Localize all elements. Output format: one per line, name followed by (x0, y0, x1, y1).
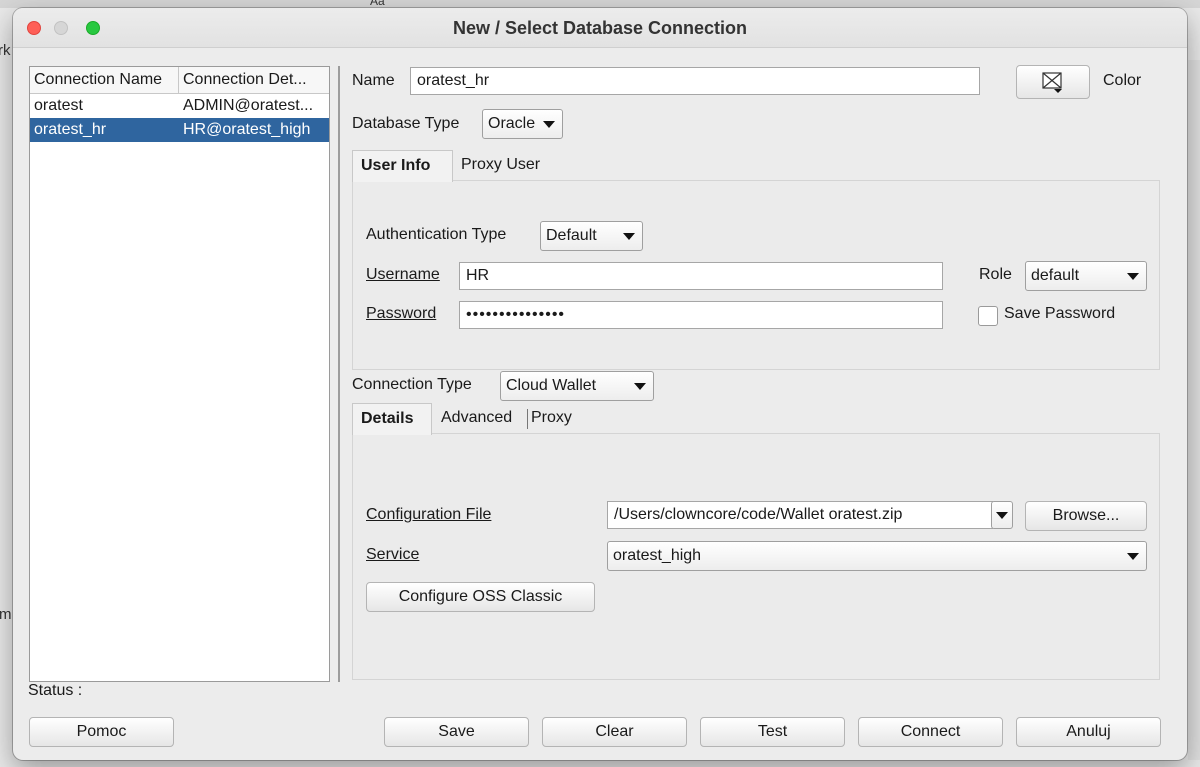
chevron-down-icon (1127, 273, 1139, 280)
background-toolbar (0, 0, 1200, 8)
connection-row[interactable]: oratest ADMIN@oratest... (30, 94, 329, 118)
connection-type-select[interactable]: Cloud Wallet (500, 371, 654, 401)
column-header-connection-name[interactable]: Connection Name (30, 67, 179, 94)
database-type-select[interactable]: Oracle (482, 109, 563, 139)
color-label: Color (1103, 72, 1142, 89)
configure-oss-classic-button[interactable]: Configure OSS Classic (366, 582, 595, 612)
tab-proxy-user[interactable]: Proxy User (453, 150, 548, 182)
authentication-type-label: Authentication Type (366, 226, 507, 243)
role-label: Role (979, 266, 1012, 283)
service-value: oratest_high (613, 547, 702, 564)
password-input[interactable]: ••••••••••••••• (459, 301, 943, 329)
name-input[interactable]: oratest_hr (410, 67, 980, 95)
save-password-checkbox[interactable] (978, 306, 998, 326)
role-value: default (1031, 267, 1080, 284)
connection-details-cell: ADMIN@oratest... (183, 97, 314, 114)
test-button[interactable]: Test (700, 717, 845, 747)
minimize-window-button[interactable] (54, 21, 68, 35)
chevron-down-icon (1127, 553, 1139, 560)
connection-row-selected[interactable]: oratest_hr HR@oratest_high (30, 118, 329, 142)
status-label: Status : (28, 682, 83, 699)
help-button[interactable]: Pomoc (29, 717, 174, 747)
connection-list-table: Connection Name Connection Det... orates… (29, 66, 330, 682)
role-select[interactable]: default (1025, 261, 1147, 291)
chevron-down-icon (634, 383, 646, 390)
tab-advanced[interactable]: Advanced (433, 403, 520, 435)
chevron-down-icon (996, 512, 1008, 519)
authentication-type-value: Default (546, 227, 597, 244)
tab-user-info[interactable]: User Info (352, 150, 453, 182)
tab-proxy[interactable]: Proxy (523, 403, 580, 435)
background-panel (1188, 60, 1200, 760)
zoom-window-button[interactable] (86, 21, 100, 35)
authentication-type-select[interactable]: Default (540, 221, 643, 251)
name-label: Name (352, 72, 395, 89)
connection-details-cell: HR@oratest_high (183, 121, 311, 138)
background-text: Aa (370, 0, 385, 8)
tab-details[interactable]: Details (352, 403, 432, 435)
browse-button[interactable]: Browse... (1025, 501, 1147, 531)
save-password-label: Save Password (1004, 305, 1116, 322)
chevron-down-icon (543, 121, 555, 128)
clear-button[interactable]: Clear (542, 717, 687, 747)
title-bar: New / Select Database Connection (13, 8, 1187, 48)
connect-button[interactable]: Connect (858, 717, 1003, 747)
cancel-button[interactable]: Anuluj (1016, 717, 1161, 747)
chevron-down-icon (623, 233, 635, 240)
background-text: rk (0, 42, 11, 59)
close-window-button[interactable] (27, 21, 41, 35)
service-label: Service (366, 546, 420, 563)
service-select[interactable]: oratest_high (607, 541, 1147, 571)
background-text: m (0, 606, 12, 623)
configuration-file-label: Configuration File (366, 506, 492, 523)
panel-splitter[interactable] (338, 66, 340, 682)
configuration-file-input[interactable]: /Users/clowncore/code/Wallet oratest.zip (607, 501, 993, 529)
database-type-label: Database Type (352, 115, 460, 132)
color-picker-button[interactable] (1016, 65, 1090, 99)
connection-type-label: Connection Type (352, 376, 472, 393)
connection-name-cell: oratest (34, 97, 83, 114)
window-title: New / Select Database Connection (452, 18, 748, 38)
column-header-connection-details[interactable]: Connection Det... (179, 67, 329, 94)
connection-type-value: Cloud Wallet (506, 377, 597, 394)
database-type-value: Oracle (488, 115, 536, 132)
database-connection-dialog: New / Select Database Connection Connect… (13, 8, 1187, 760)
username-input[interactable]: HR (459, 262, 943, 290)
color-swatch-icon (1042, 72, 1062, 93)
connection-name-cell: oratest_hr (34, 121, 107, 138)
save-button[interactable]: Save (384, 717, 529, 747)
username-label: Username (366, 266, 440, 283)
password-label: Password (366, 305, 437, 322)
configuration-file-dropdown[interactable] (991, 501, 1013, 529)
